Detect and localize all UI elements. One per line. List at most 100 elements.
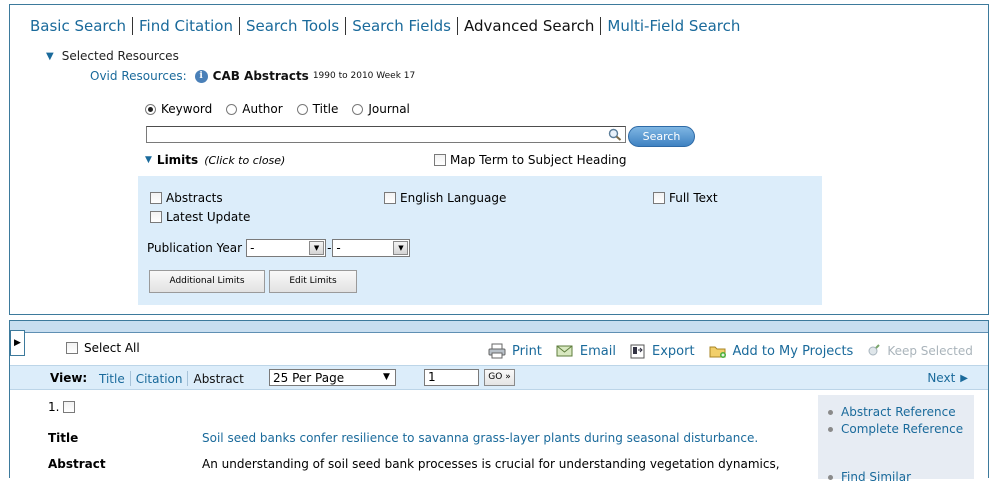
ovid-resources-label: Ovid Resources:: [90, 69, 187, 83]
export-button[interactable]: Export: [630, 344, 695, 359]
per-page-select[interactable]: 25 Per Page ▼: [269, 369, 396, 386]
next-label: Next: [927, 371, 956, 385]
checkbox[interactable]: [653, 192, 665, 204]
results-actions: Print Email Export Add to My Projects Ke…: [488, 343, 973, 359]
search-button[interactable]: Search: [628, 126, 695, 147]
radio-button[interactable]: [296, 103, 308, 115]
record-number: 1.: [48, 400, 79, 414]
tab-advanced-search[interactable]: Advanced Search: [458, 17, 600, 35]
collapse-triangle-icon: ▼: [145, 155, 152, 165]
dropdown-arrow-icon: ▼: [309, 241, 325, 255]
search-input[interactable]: [147, 127, 597, 142]
view-title-link[interactable]: Title: [94, 372, 130, 386]
checkbox[interactable]: [384, 192, 396, 204]
selected-resources-label: Selected Resources: [61, 49, 179, 63]
next-arrow-icon: ▶: [960, 372, 968, 384]
limit-english-language[interactable]: English Language: [384, 191, 506, 205]
limit-abstracts[interactable]: Abstracts: [150, 191, 223, 205]
email-icon: [556, 345, 573, 357]
next-page-link[interactable]: Next ▶: [927, 371, 968, 385]
additional-limits-button[interactable]: Additional Limits: [149, 270, 265, 293]
per-page-value: 25 Per Page: [273, 370, 345, 385]
export-label: Export: [651, 343, 695, 359]
limits-hint: (Click to close): [204, 153, 286, 167]
radio-author[interactable]: Author: [226, 102, 283, 116]
bullet-icon: [828, 409, 833, 415]
results-panel: ▶ Select All Print Email Export Add to M…: [9, 320, 989, 484]
bullet-icon: [828, 474, 833, 480]
ovid-resources-row: Ovid Resources: i CAB Abstracts 1990 to …: [90, 69, 415, 83]
results-header-bar: [10, 321, 988, 333]
publication-year-label: Publication Year: [147, 241, 243, 255]
email-label: Email: [579, 343, 616, 359]
select-all-checkbox[interactable]: [66, 342, 78, 354]
view-citation-link[interactable]: Citation: [131, 372, 188, 386]
radio-label: Journal: [368, 102, 410, 116]
keep-selected-label: Keep Selected: [887, 344, 973, 358]
record-number-label: 1.: [48, 400, 60, 414]
abstract-field-label: Abstract: [48, 457, 106, 471]
go-button[interactable]: GO »: [484, 369, 515, 386]
limit-label: Latest Update: [166, 210, 251, 224]
find-similar-link[interactable]: Find Similar: [828, 470, 911, 484]
radio-button-selected[interactable]: [145, 103, 156, 115]
info-icon[interactable]: i: [194, 69, 208, 83]
limit-latest-update[interactable]: Latest Update: [150, 210, 250, 224]
limits-panel: Abstracts English Language Full Text Lat…: [138, 176, 822, 305]
pub-year-to-value: -: [336, 241, 341, 255]
view-abstract-current[interactable]: Abstract: [188, 372, 248, 386]
checkbox[interactable]: [150, 211, 162, 223]
link-label: Abstract Reference: [841, 405, 956, 419]
link-label: Find Similar: [841, 470, 911, 484]
record-title-link[interactable]: Soil seed banks confer resilience to sav…: [202, 431, 758, 445]
keep-selected-button[interactable]: Keep Selected: [867, 344, 973, 358]
map-term-checkbox[interactable]: [434, 154, 446, 166]
radio-button[interactable]: [226, 103, 238, 115]
radio-label: Keyword: [161, 102, 213, 116]
limit-label: Full Text: [669, 191, 718, 205]
search-type-radios: Keyword Author Title Journal: [145, 102, 424, 116]
results-view-bar: View: Title Citation Abstract 25 Per Pag…: [10, 365, 988, 390]
sidebar-expand-icon[interactable]: ▶: [10, 330, 25, 356]
record-abstract-text: An understanding of soil seed bank proce…: [202, 457, 780, 471]
view-options: Title Citation Abstract: [94, 371, 249, 386]
publication-year-row: Publication Year - ▼ - - ▼: [147, 239, 411, 257]
tab-search-fields[interactable]: Search Fields: [346, 17, 457, 35]
search-box: [146, 126, 626, 143]
selected-resources-toggle[interactable]: ▼ Selected Resources: [46, 49, 179, 63]
radio-journal[interactable]: Journal: [352, 102, 410, 116]
email-button[interactable]: Email: [556, 344, 616, 359]
tab-multi-field-search[interactable]: Multi-Field Search: [601, 17, 746, 35]
tab-basic-search[interactable]: Basic Search: [30, 17, 132, 35]
radio-title[interactable]: Title: [296, 102, 339, 116]
radio-keyword[interactable]: Keyword: [145, 102, 212, 116]
radio-label: Author: [242, 102, 283, 116]
select-all-option[interactable]: Select All: [66, 341, 140, 355]
limits-toggle[interactable]: ▼ Limits (Click to close): [145, 153, 285, 167]
tab-find-citation[interactable]: Find Citation: [133, 17, 239, 35]
range-dash: -: [327, 241, 332, 255]
link-label: Complete Reference: [841, 422, 964, 436]
radio-button[interactable]: [352, 103, 364, 115]
map-term-option[interactable]: Map Term to Subject Heading: [434, 153, 627, 167]
edit-limits-button[interactable]: Edit Limits: [269, 270, 357, 293]
pub-year-from-select[interactable]: - ▼: [246, 239, 327, 257]
dropdown-arrow-icon: ▼: [383, 372, 390, 382]
map-term-label: Map Term to Subject Heading: [450, 153, 627, 167]
limit-full-text[interactable]: Full Text: [653, 191, 718, 205]
expand-triangle-icon: ▼: [46, 50, 54, 62]
add-to-my-projects-button[interactable]: Add to My Projects: [709, 344, 853, 359]
bullet-icon: [828, 426, 833, 432]
search-mode-tabs: Basic Search Find Citation Search Tools …: [30, 17, 746, 35]
limit-label: Abstracts: [166, 191, 223, 205]
checkbox[interactable]: [150, 192, 162, 204]
abstract-reference-link[interactable]: Abstract Reference: [828, 405, 956, 419]
radio-label: Title: [312, 102, 339, 116]
magnifier-icon[interactable]: [608, 128, 622, 144]
complete-reference-link[interactable]: Complete Reference: [828, 422, 963, 436]
print-button[interactable]: Print: [488, 343, 542, 359]
tab-search-tools[interactable]: Search Tools: [240, 17, 345, 35]
record-checkbox[interactable]: [63, 401, 76, 413]
pub-year-to-select[interactable]: - ▼: [332, 239, 411, 257]
page-number-input[interactable]: 1: [424, 369, 479, 386]
